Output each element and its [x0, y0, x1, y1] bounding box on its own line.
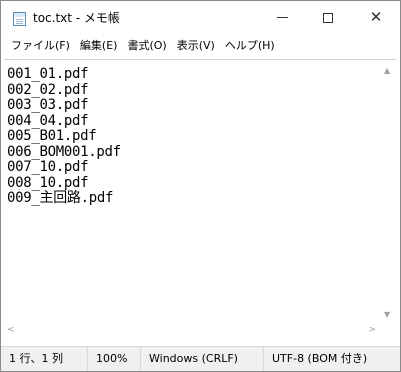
text-area[interactable]: 001_01.pdf 002_02.pdf 003_03.pdf 004_04.…: [4, 60, 380, 325]
maximize-button[interactable]: [305, 1, 351, 34]
status-bar: 1 行、1 列 100% Windows (CRLF) UTF-8 (BOM 付…: [1, 346, 400, 371]
scroll-down-icon[interactable]: ▼: [384, 310, 390, 319]
window-title: toc.txt - メモ帳: [33, 11, 120, 25]
text-line: 005_B01.pdf: [7, 128, 97, 144]
notepad-window: toc.txt - メモ帳 ✕ ファイル(F) 編集(E) 書式(O) 表示(V…: [0, 0, 401, 372]
zoom-level: 100%: [88, 347, 141, 371]
line-ending: Windows (CRLF): [141, 347, 264, 371]
notepad-icon: [13, 12, 26, 26]
text-line: 006_BOM001.pdf: [7, 143, 121, 160]
text-line: 002_02.pdf: [7, 81, 89, 98]
text-line: 008_10.pdf: [7, 174, 89, 191]
menu-view[interactable]: 表示(V): [172, 36, 220, 56]
text-line: 009_主回路.pdf: [7, 190, 114, 206]
text-line: 003_03.pdf: [7, 97, 89, 113]
minimize-button[interactable]: [259, 1, 305, 34]
menu-bar: ファイル(F) 編集(E) 書式(O) 表示(V) ヘルプ(H): [1, 34, 400, 58]
menu-help[interactable]: ヘルプ(H): [220, 36, 280, 56]
cursor-position: 1 行、1 列: [1, 347, 88, 371]
scroll-up-icon[interactable]: ▲: [384, 66, 390, 75]
title-bar[interactable]: toc.txt - メモ帳 ✕: [1, 1, 400, 34]
vertical-scrollbar[interactable]: ▲ ▼: [380, 60, 396, 325]
scroll-left-icon[interactable]: <: [7, 325, 15, 335]
close-icon: ✕: [369, 8, 383, 26]
horizontal-scrollbar[interactable]: < >: [4, 325, 396, 337]
menu-format[interactable]: 書式(O): [122, 36, 171, 56]
text-editor[interactable]: 001_01.pdf 002_02.pdf 003_03.pdf 004_04.…: [4, 59, 396, 337]
encoding: UTF-8 (BOM 付き): [272, 352, 368, 365]
text-line: 007_10.pdf: [7, 159, 89, 175]
scroll-right-icon[interactable]: >: [368, 325, 376, 335]
menu-edit[interactable]: 編集(E): [75, 36, 123, 56]
menu-file[interactable]: ファイル(F): [6, 36, 75, 56]
maximize-icon: [323, 12, 333, 23]
text-line: 004_04.pdf: [7, 112, 89, 129]
close-button[interactable]: ✕: [353, 1, 399, 34]
minimize-icon: [276, 17, 288, 18]
text-line: 001_01.pdf: [7, 66, 89, 82]
